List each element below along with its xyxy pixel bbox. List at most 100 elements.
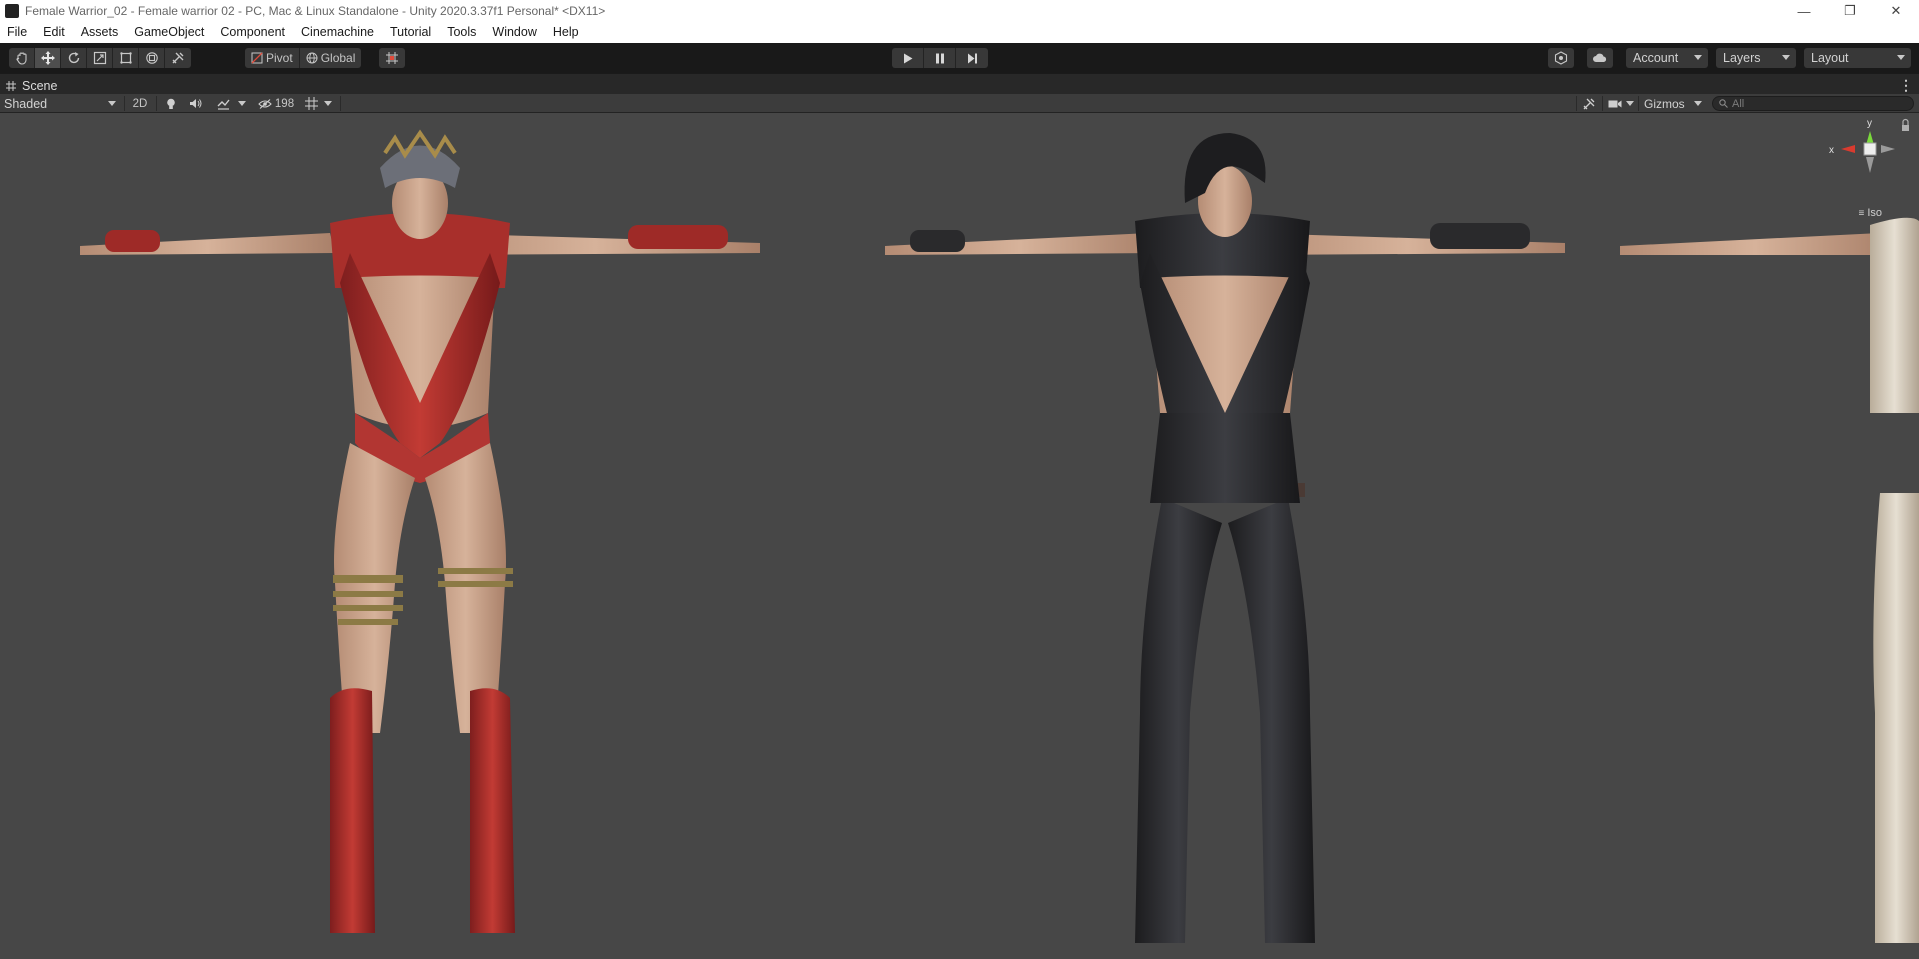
separator [156, 96, 157, 111]
scene-toolbar: Shaded 2D 198 Gizmos All [0, 94, 1919, 113]
rect-transform-icon [119, 52, 132, 64]
scale-icon [93, 51, 106, 65]
grid-snapping-button[interactable] [379, 48, 405, 68]
collab-button[interactable] [1548, 48, 1574, 68]
speaker-icon [189, 99, 201, 108]
scene-viewport[interactable]: y x ≡ Iso [0, 113, 1919, 959]
global-toggle[interactable]: Global [300, 48, 362, 68]
draw-mode-label: Shaded [4, 96, 48, 111]
menu-assets[interactable]: Assets [73, 22, 127, 43]
transform-tool-button[interactable] [139, 48, 165, 68]
hidden-objects-toggle[interactable]: 198 [255, 95, 297, 112]
transform-tools [9, 48, 191, 68]
menu-tutorial[interactable]: Tutorial [382, 22, 439, 43]
more-options-icon[interactable]: ⋮ [1899, 77, 1913, 94]
toggle-2d-button[interactable]: 2D [129, 95, 151, 112]
chevron-down-icon [238, 101, 246, 106]
close-button[interactable]: ✕ [1873, 0, 1919, 22]
menu-component[interactable]: Component [212, 22, 293, 43]
chevron-down-icon [1782, 55, 1790, 60]
search-icon [1719, 99, 1728, 108]
window-title: Female Warrior_02 - Female warrior 02 - … [25, 4, 606, 18]
hand-tool-button[interactable] [9, 48, 35, 68]
globe-icon [306, 52, 318, 64]
effects-menu-button[interactable] [236, 95, 248, 112]
character-white-warrior[interactable] [1620, 217, 1919, 943]
tab-scene-label: Scene [22, 78, 58, 93]
grid-menu-button[interactable] [322, 95, 334, 112]
scene-tab-bar: Scene ⋮ [0, 73, 1919, 94]
effects-toggle[interactable] [212, 95, 234, 112]
menu-cinemachine[interactable]: Cinemachine [293, 22, 382, 43]
projection-toggle[interactable]: ≡ Iso [1858, 207, 1882, 219]
custom-tool-button[interactable] [165, 48, 191, 68]
scene-search-input[interactable]: All [1712, 96, 1914, 111]
scene-render [80, 129, 1919, 943]
play-icon [903, 53, 912, 63]
lighting-toggle[interactable] [162, 95, 180, 112]
audio-toggle[interactable] [186, 95, 204, 112]
main-toolbar: Pivot Global Account Layers Layout [0, 43, 1919, 73]
tools-icon [1583, 98, 1595, 109]
rotate-tool-button[interactable] [61, 48, 87, 68]
tab-scene[interactable]: Scene [6, 76, 57, 95]
orientation-gizmo[interactable]: y x ≡ Iso [1819, 113, 1919, 233]
menu-file[interactable]: File [0, 22, 35, 43]
chevron-down-icon [108, 101, 116, 106]
axis-gizmo-icon: y x [1829, 118, 1909, 173]
separator [1638, 96, 1639, 111]
scene-grid-toggle[interactable] [302, 95, 320, 112]
account-dropdown[interactable]: Account [1626, 48, 1708, 68]
pause-button[interactable] [924, 48, 956, 68]
hand-icon [15, 52, 27, 65]
handle-toggles: Pivot Global [245, 48, 362, 68]
cloud-button[interactable] [1587, 48, 1613, 68]
menu-edit[interactable]: Edit [35, 22, 73, 43]
layout-label: Layout [1811, 51, 1849, 65]
scene-camera-button[interactable] [1606, 95, 1624, 112]
step-icon [967, 53, 977, 63]
menu-tools[interactable]: Tools [439, 22, 484, 43]
rotate-icon [68, 52, 79, 64]
chevron-down-icon [1694, 55, 1702, 60]
search-placeholder: All [1732, 97, 1745, 110]
layers-label: Layers [1723, 51, 1761, 65]
title-bar: Female Warrior_02 - Female warrior 02 - … [0, 0, 1919, 22]
pivot-icon [251, 52, 263, 64]
menu-icon: ≡ [1858, 207, 1865, 219]
eye-hidden-icon [258, 98, 272, 109]
menu-window[interactable]: Window [484, 22, 544, 43]
pivot-toggle[interactable]: Pivot [245, 48, 300, 68]
play-button[interactable] [892, 48, 924, 68]
layers-dropdown[interactable]: Layers [1716, 48, 1796, 68]
menu-help[interactable]: Help [545, 22, 587, 43]
chevron-down-icon [324, 101, 332, 106]
pause-icon [935, 53, 944, 63]
character-red-warrior[interactable] [80, 129, 760, 933]
step-button[interactable] [956, 48, 988, 68]
rect-tool-button[interactable] [113, 48, 139, 68]
effects-icon [217, 99, 230, 110]
restore-button[interactable]: ❐ [1827, 0, 1873, 22]
move-tool-button[interactable] [35, 48, 61, 68]
menu-bar: File Edit Assets GameObject Component Ci… [0, 22, 1919, 43]
chevron-down-icon [1694, 101, 1702, 106]
unity-editor-window: Female Warrior_02 - Female warrior 02 - … [0, 0, 1919, 959]
scene-tools-button[interactable] [1580, 95, 1598, 112]
chevron-down-icon [1626, 101, 1634, 106]
layout-dropdown[interactable]: Layout [1804, 48, 1911, 68]
gizmo-x-label: x [1829, 145, 1834, 156]
gizmos-dropdown[interactable]: Gizmos [1640, 95, 1706, 112]
grid-icon [304, 97, 318, 110]
collab-icon [1554, 51, 1568, 65]
draw-mode-dropdown[interactable]: Shaded [0, 95, 120, 112]
chevron-down-icon [1897, 55, 1905, 60]
menu-gameobject[interactable]: GameObject [126, 22, 212, 43]
move-icon [40, 51, 55, 65]
minimize-button[interactable]: — [1781, 0, 1827, 22]
account-label: Account [1633, 51, 1679, 65]
gizmos-label: Gizmos [1644, 96, 1685, 111]
camera-menu-button[interactable] [1624, 95, 1636, 112]
scale-tool-button[interactable] [87, 48, 113, 68]
character-black-warrior[interactable] [885, 133, 1565, 943]
